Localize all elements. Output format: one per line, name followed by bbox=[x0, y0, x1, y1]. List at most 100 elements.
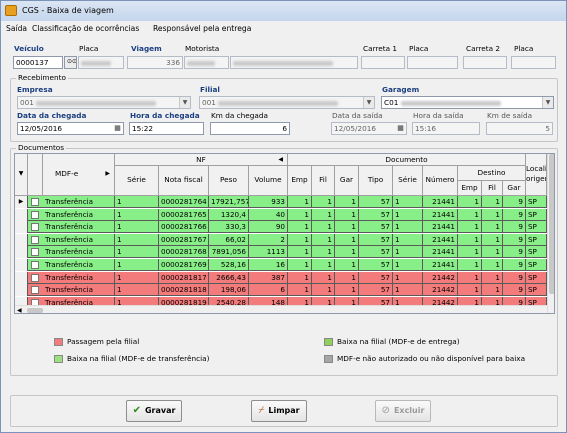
carreta2-field bbox=[463, 56, 507, 69]
cell-dfil: 1 bbox=[482, 208, 503, 221]
km-chegada-label: Km da chegada bbox=[211, 111, 268, 120]
table-row[interactable]: Transferência 1 0000281766 330,3 90 1 1 1 57 1 214… bbox=[15, 221, 547, 234]
cell-numero: 21441 bbox=[423, 196, 458, 208]
cell-demp: 1 bbox=[458, 221, 482, 234]
cell-serie: 1 bbox=[115, 221, 159, 234]
row-checkbox[interactable] bbox=[31, 223, 39, 232]
col-nota-fiscal[interactable]: Nota fiscal bbox=[159, 166, 209, 196]
row-selector[interactable] bbox=[15, 271, 28, 284]
cell-peso: 1320,4 bbox=[209, 208, 249, 221]
col-serie[interactable]: Série bbox=[115, 166, 159, 196]
chevron-down-icon: ▼ bbox=[363, 97, 374, 108]
cell-dgar: 9 bbox=[503, 259, 526, 271]
table-row[interactable]: ▶ Transferência 1 0000281764 17921,757 933 1 1 1… bbox=[15, 196, 547, 208]
calendar-icon[interactable]: ▦ bbox=[112, 123, 123, 134]
col-peso[interactable]: Peso bbox=[209, 166, 249, 196]
cell-gar: 1 bbox=[335, 196, 359, 208]
row-selector[interactable] bbox=[15, 221, 28, 234]
filial-select[interactable]: 001 ▼ bbox=[199, 96, 375, 109]
empresa-select[interactable]: 001 ▼ bbox=[17, 96, 191, 109]
cell-dserie: 1 bbox=[393, 196, 423, 208]
row-checkbox[interactable] bbox=[31, 286, 39, 295]
cell-nota: 0000281768 bbox=[159, 246, 209, 259]
row-selector[interactable] bbox=[15, 246, 28, 259]
table-row[interactable]: Transferência 1 0000281767 66,02 2 1 1 1 57 1 2144… bbox=[15, 233, 547, 246]
cell-dserie: 1 bbox=[393, 233, 423, 246]
col-emp[interactable]: Emp bbox=[288, 166, 312, 196]
cell-demp: 1 bbox=[458, 284, 482, 297]
documentos-title: Documentos bbox=[16, 143, 67, 152]
cell-emp: 1 bbox=[288, 246, 312, 259]
col-fil[interactable]: Fil bbox=[312, 166, 335, 196]
row-checkbox[interactable] bbox=[31, 273, 39, 282]
col-tipo[interactable]: Tipo bbox=[359, 166, 393, 196]
window-title: CGS - Baixa de viagem bbox=[22, 6, 114, 15]
localidade-header[interactable]: Localidade origem bbox=[526, 154, 547, 196]
row-checkbox[interactable] bbox=[31, 198, 39, 206]
cell-nota: 0000281765 bbox=[159, 208, 209, 221]
row-checkbox[interactable] bbox=[31, 235, 39, 244]
mdfe-header[interactable]: MDF-e ▶ bbox=[43, 154, 115, 196]
cell-emp: 1 bbox=[288, 284, 312, 297]
cell-serie: 1 bbox=[115, 208, 159, 221]
col-numero[interactable]: Número bbox=[423, 166, 458, 196]
menu-responsavel[interactable]: Responsável pela entrega bbox=[153, 24, 251, 33]
carreta2-placa-label: Placa bbox=[514, 44, 534, 53]
table-row[interactable]: Transferência 1 0000281765 1320,4 40 1 1 1 57 1 21… bbox=[15, 208, 547, 221]
row-checkbox[interactable] bbox=[31, 248, 39, 257]
cell-demp: 1 bbox=[458, 259, 482, 271]
cell-volume: 2 bbox=[249, 233, 288, 246]
cell-numero: 21442 bbox=[423, 284, 458, 297]
row-checkbox[interactable] bbox=[31, 210, 39, 219]
current-row-icon[interactable]: ▶ bbox=[15, 196, 28, 208]
col-destino-emp[interactable]: Emp bbox=[458, 181, 482, 196]
cell-loc: SP bbox=[526, 208, 547, 221]
gravar-button[interactable]: ✔ Gravar bbox=[126, 400, 182, 422]
veiculo-input[interactable]: 0000137 bbox=[13, 56, 63, 69]
row-selector[interactable] bbox=[15, 284, 28, 297]
menu-saida[interactable]: Saída bbox=[6, 24, 27, 33]
col-destino-fil[interactable]: Fil bbox=[482, 181, 503, 196]
hora-chegada-field[interactable]: 15:22 bbox=[129, 122, 204, 135]
carreta2-placa-field bbox=[511, 56, 556, 69]
limpar-button[interactable]: ⌿ Limpar bbox=[251, 400, 307, 422]
row-checkbox[interactable] bbox=[31, 261, 39, 269]
cell-dgar: 9 bbox=[503, 271, 526, 284]
col-destino-gar[interactable]: Gar bbox=[503, 181, 526, 196]
excluir-button[interactable]: ⊘ Excluir bbox=[375, 400, 431, 422]
scrollbar-thumb[interactable] bbox=[27, 308, 43, 313]
col-volume[interactable]: Volume bbox=[249, 166, 288, 196]
horizontal-scrollbar[interactable]: ◀ bbox=[15, 305, 547, 313]
cell-mdfe: Transferência bbox=[43, 208, 115, 221]
cell-dserie: 1 bbox=[393, 208, 423, 221]
row-selector[interactable] bbox=[15, 233, 28, 246]
cell-demp: 1 bbox=[458, 271, 482, 284]
cell-loc: SP bbox=[526, 221, 547, 234]
destino-header[interactable]: Destino bbox=[458, 166, 526, 181]
chevron-left-icon[interactable]: ◀ bbox=[17, 307, 22, 313]
cell-fil: 1 bbox=[312, 284, 335, 297]
data-chegada-field[interactable]: 12/05/2016 ▦ bbox=[17, 122, 124, 135]
cell-numero: 21441 bbox=[423, 259, 458, 271]
cell-tipo: 57 bbox=[359, 284, 393, 297]
scrollbar-thumb[interactable] bbox=[549, 154, 554, 294]
documento-header[interactable]: Documento bbox=[288, 154, 526, 166]
table-row[interactable]: Transferência 1 0000281818 198,06 6 1 1 1 57 1 214… bbox=[15, 284, 547, 297]
row-selector[interactable] bbox=[15, 208, 28, 221]
garagem-select[interactable]: C01 ▼ bbox=[381, 96, 554, 109]
cell-volume: 933 bbox=[249, 196, 288, 208]
vertical-scrollbar[interactable] bbox=[547, 154, 554, 313]
km-chegada-field[interactable]: 6 bbox=[210, 122, 290, 135]
legend-swatch-passagem bbox=[54, 338, 63, 346]
legend-swatch-entrega bbox=[324, 338, 333, 346]
col-doc-serie[interactable]: Série bbox=[393, 166, 423, 196]
table-row[interactable]: Transferência 1 0000281817 2666,43 387 1 1 1 57 1… bbox=[15, 271, 547, 284]
nf-header[interactable]: NF ◀ bbox=[115, 154, 288, 166]
row-selector[interactable] bbox=[15, 259, 28, 271]
table-row[interactable]: Transferência 1 0000281768 7891,056 1113 1 1 1 5… bbox=[15, 246, 547, 259]
table-row[interactable]: Transferência 1 0000281769 528,16 16 1 1 1 57 1 21… bbox=[15, 259, 547, 271]
menu-classificacao[interactable]: Classificação de ocorrências bbox=[32, 24, 139, 33]
cell-nota: 0000281767 bbox=[159, 233, 209, 246]
binoculars-icon[interactable]: ⊙⊙ bbox=[64, 56, 77, 69]
col-gar[interactable]: Gar bbox=[335, 166, 359, 196]
